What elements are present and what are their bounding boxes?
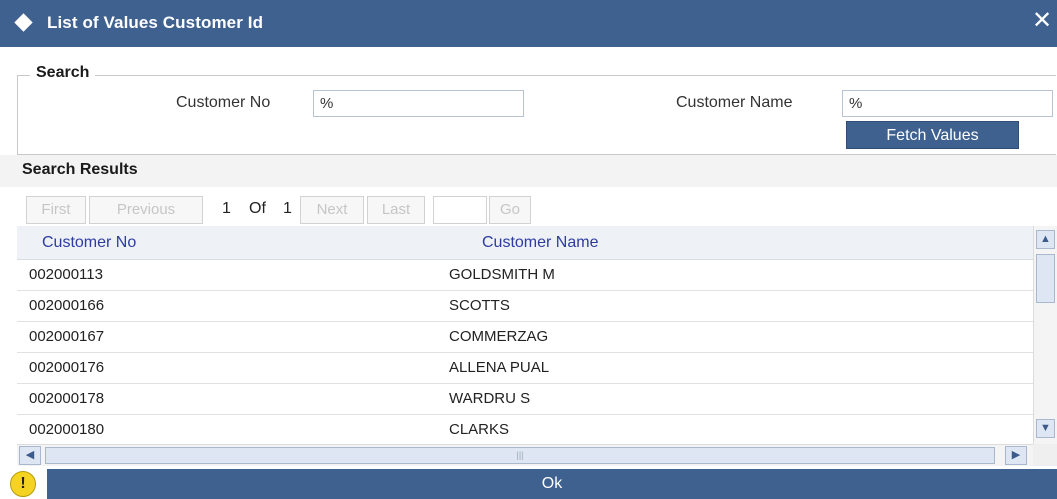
cell-customer-no: 002000166	[29, 297, 105, 314]
scrollbar-corner	[1033, 444, 1057, 466]
customer-no-input[interactable]: %	[313, 90, 524, 117]
table-row[interactable]: 002000167 COMMERZAG	[17, 322, 1033, 353]
vertical-scrollbar[interactable]: ▲ ▼	[1033, 226, 1057, 444]
title-bar: List of Values Customer Id ✕	[0, 0, 1057, 47]
page-total: 1	[283, 200, 292, 217]
fetch-values-button[interactable]: Fetch Values	[846, 121, 1019, 149]
search-results-title: Search Results	[22, 161, 138, 178]
cell-customer-name: WARDRU S	[449, 390, 531, 407]
cell-customer-name: ALLENA PUAL	[449, 359, 550, 376]
horizontal-scrollbar[interactable]: ◀ ||| ▶	[17, 444, 1033, 466]
close-icon[interactable]: ✕	[1031, 9, 1053, 33]
customer-name-label: Customer Name	[676, 94, 793, 111]
search-legend: Search	[30, 64, 96, 82]
table-row[interactable]: 002000180 CLARKS	[17, 415, 1033, 444]
horizontal-scroll-thumb[interactable]: |||	[45, 447, 995, 464]
go-button[interactable]: Go	[489, 196, 531, 224]
scroll-up-icon[interactable]: ▲	[1036, 230, 1055, 249]
cell-customer-name: SCOTTS	[449, 297, 510, 314]
column-header-customer-name[interactable]: Customer Name	[482, 234, 598, 252]
last-page-button[interactable]: Last	[367, 196, 425, 224]
goto-page-input[interactable]	[433, 196, 487, 224]
warning-area: !	[0, 469, 47, 499]
previous-page-button[interactable]: Previous	[89, 196, 203, 224]
cell-customer-no: 002000113	[29, 266, 103, 283]
table-row[interactable]: 002000113 GOLDSMITH M	[17, 260, 1033, 291]
cell-customer-name: GOLDSMITH M	[449, 266, 555, 283]
first-page-button[interactable]: First	[26, 196, 86, 224]
cell-customer-no: 002000176	[29, 359, 105, 376]
ok-button[interactable]: Ok	[47, 469, 1057, 499]
cell-customer-name: COMMERZAG	[449, 328, 549, 345]
column-header-customer-no[interactable]: Customer No	[42, 234, 136, 252]
page-current: 1	[222, 200, 231, 217]
scroll-left-icon[interactable]: ◀	[19, 446, 41, 465]
cell-customer-no: 002000180	[29, 421, 105, 438]
warning-icon[interactable]: !	[10, 471, 36, 497]
search-results-header: Search Results	[0, 155, 1057, 187]
vertical-scroll-thumb[interactable]	[1036, 254, 1055, 303]
scroll-down-icon[interactable]: ▼	[1036, 419, 1055, 438]
cell-customer-name: CLARKS	[449, 421, 510, 438]
cell-customer-no: 002000178	[29, 390, 105, 407]
table-row[interactable]: 002000166 SCOTTS	[17, 291, 1033, 322]
cell-customer-no: 002000167	[29, 328, 105, 345]
window-title: List of Values Customer Id	[47, 13, 264, 32]
table-row[interactable]: 002000178 WARDRU S	[17, 384, 1033, 415]
table-row[interactable]: 002000176 ALLENA PUAL	[17, 353, 1033, 384]
results-grid: Customer No Customer Name 002000113 GOLD…	[17, 226, 1057, 444]
customer-name-input[interactable]: %	[842, 90, 1053, 117]
grid-header: Customer No Customer Name	[17, 226, 1033, 260]
diamond-icon	[14, 13, 33, 32]
scroll-right-icon[interactable]: ▶	[1005, 446, 1027, 465]
next-page-button[interactable]: Next	[300, 196, 364, 224]
page-of-label: Of	[249, 200, 266, 217]
customer-no-label: Customer No	[176, 94, 271, 111]
